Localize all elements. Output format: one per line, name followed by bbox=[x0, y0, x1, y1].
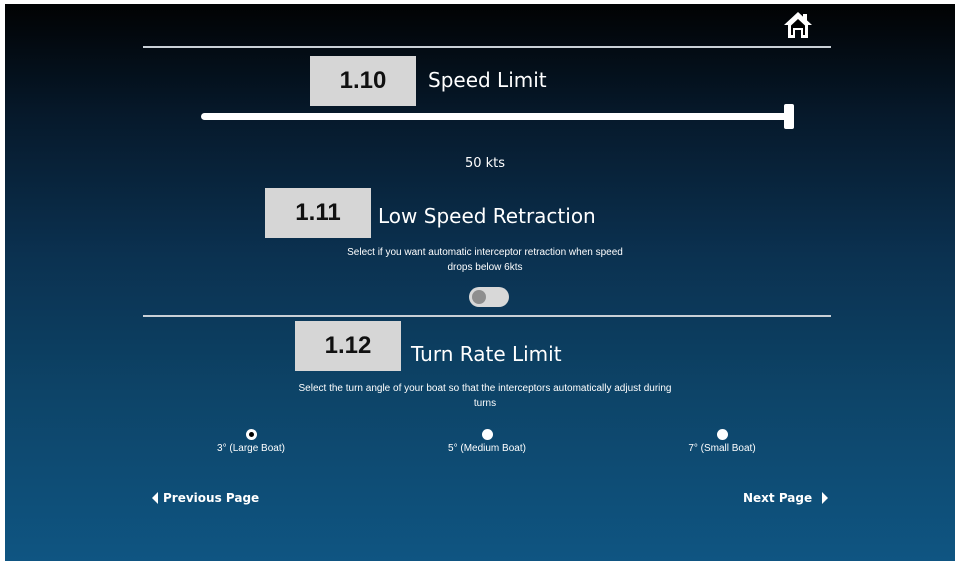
speed-limit-slider-thumb[interactable] bbox=[784, 104, 794, 129]
settings-screen: 1.10 Speed Limit 50 kts 1.11 Low Speed R… bbox=[5, 4, 955, 561]
turn-rate-option-label: 7° (Small Boat) bbox=[688, 443, 756, 454]
home-icon[interactable] bbox=[783, 10, 813, 40]
radio-button[interactable] bbox=[481, 429, 493, 440]
section-number-turn-rate-limit: 1.12 bbox=[295, 321, 401, 371]
turn-rate-limit-title: Turn Rate Limit bbox=[411, 342, 562, 366]
turn-rate-limit-description-line2: turns bbox=[473, 398, 497, 409]
turn-rate-option-large-boat[interactable]: 3° (Large Boat) bbox=[201, 429, 301, 454]
caret-left-icon bbox=[152, 492, 158, 504]
turn-rate-limit-description-line1: Select the turn angle of your boat so th… bbox=[298, 383, 672, 394]
top-divider bbox=[143, 46, 831, 48]
low-speed-retraction-description-line1: Select if you want automatic interceptor… bbox=[347, 247, 623, 258]
turn-rate-option-label: 5° (Medium Boat) bbox=[448, 443, 526, 454]
next-page-button[interactable]: Next Page bbox=[743, 491, 829, 505]
low-speed-retraction-description: Select if you want automatic interceptor… bbox=[285, 245, 685, 275]
speed-limit-value: 50 kts bbox=[464, 156, 506, 171]
toggle-knob bbox=[472, 290, 486, 304]
turn-rate-option-medium-boat[interactable]: 5° (Medium Boat) bbox=[437, 429, 537, 454]
middle-divider bbox=[143, 315, 831, 317]
turn-rate-option-small-boat[interactable]: 7° (Small Boat) bbox=[672, 429, 772, 454]
low-speed-retraction-description-line2: drops below 6kts bbox=[447, 262, 523, 273]
low-speed-retraction-title: Low Speed Retraction bbox=[378, 204, 596, 228]
previous-page-label: Previous Page bbox=[163, 491, 260, 505]
speed-limit-slider-track[interactable] bbox=[201, 113, 788, 120]
speed-limit-title: Speed Limit bbox=[428, 68, 547, 92]
radio-button[interactable] bbox=[716, 429, 728, 440]
section-number-speed-limit: 1.10 bbox=[310, 56, 416, 106]
low-speed-retraction-toggle[interactable] bbox=[469, 287, 509, 307]
previous-page-button[interactable]: Previous Page bbox=[152, 491, 259, 505]
turn-rate-limit-description: Select the turn angle of your boat so th… bbox=[265, 381, 705, 411]
radio-button-selected[interactable] bbox=[245, 429, 257, 440]
next-page-label: Next Page bbox=[743, 491, 813, 505]
caret-right-icon bbox=[822, 492, 829, 504]
section-number-low-speed-retraction: 1.11 bbox=[265, 188, 371, 238]
turn-rate-option-label: 3° (Large Boat) bbox=[217, 443, 285, 454]
